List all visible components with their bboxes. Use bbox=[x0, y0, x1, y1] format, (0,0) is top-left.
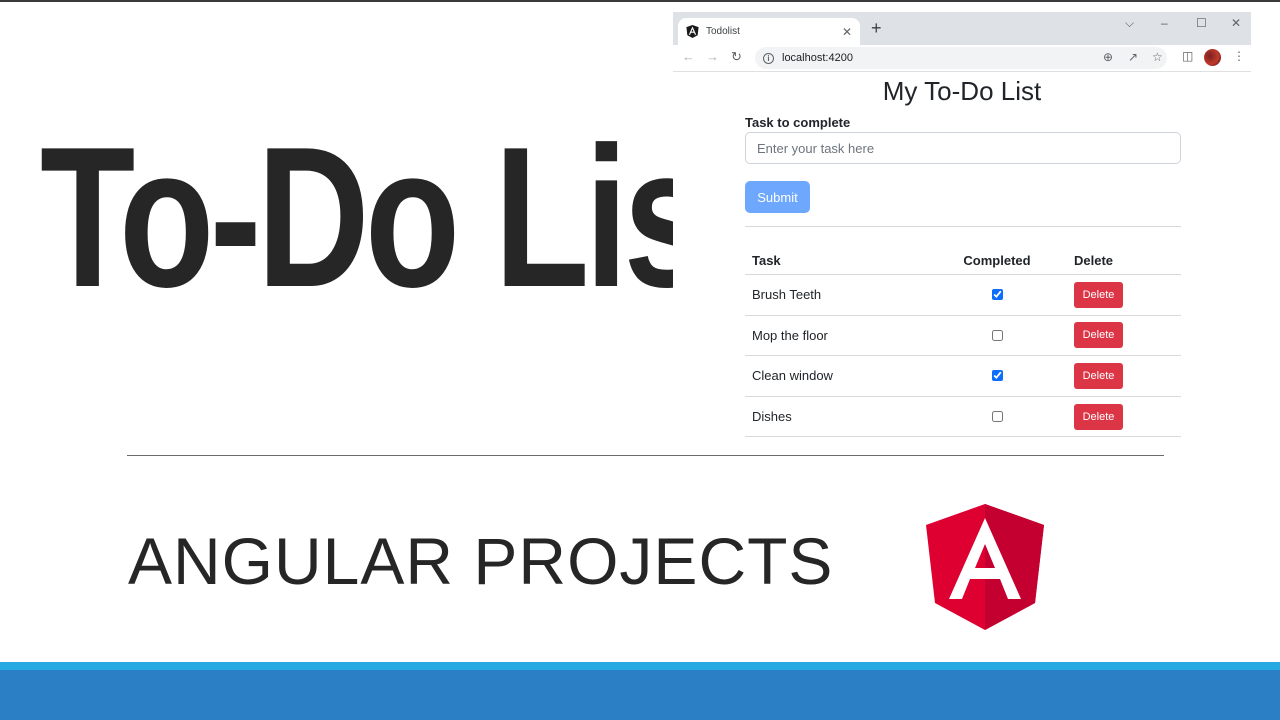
tab-close-icon[interactable]: ✕ bbox=[842, 25, 852, 39]
side-panel-icon[interactable]: ◫ bbox=[1182, 50, 1193, 62]
app-page: My To-Do List Task to complete Submit Ta… bbox=[673, 72, 1251, 442]
page-title: My To-Do List bbox=[882, 76, 1042, 106]
forward-arrow-icon[interactable]: → bbox=[706, 50, 719, 63]
angular-logo bbox=[926, 504, 1044, 630]
delete-button[interactable]: Delete bbox=[1074, 362, 1123, 389]
task-field-label: Task to complete bbox=[745, 115, 851, 130]
completed-checkbox[interactable] bbox=[991, 329, 1003, 341]
star-icon[interactable]: ☆ bbox=[1152, 51, 1163, 63]
angular-logo-shield-right bbox=[985, 504, 1044, 630]
slide-subtitle: ANGULAR PROJECTS bbox=[128, 524, 834, 598]
browser-tab[interactable]: Todolist ✕ bbox=[678, 18, 860, 45]
task-name: Clean window bbox=[752, 368, 833, 384]
table-row: Brush Teeth Delete bbox=[745, 275, 1181, 316]
menu-icon[interactable]: ⋮ bbox=[1233, 50, 1245, 62]
browser-window: Todolist ✕ + ⌵ – ☐ ✕ ← → ↻ i localhost:4… bbox=[673, 12, 1251, 442]
table-row: Mop the floor Delete bbox=[745, 316, 1181, 357]
slide-top-border bbox=[0, 0, 1280, 2]
completed-checkbox[interactable] bbox=[991, 370, 1003, 382]
reload-icon[interactable]: ↻ bbox=[731, 50, 742, 63]
tab-title: Todolist bbox=[706, 26, 740, 37]
delete-button[interactable]: Delete bbox=[1074, 322, 1123, 349]
header-delete: Delete bbox=[1074, 253, 1114, 268]
table-row: Clean window Delete bbox=[745, 356, 1181, 397]
info-icon[interactable]: i bbox=[763, 52, 774, 64]
back-arrow-icon[interactable]: ← bbox=[682, 50, 695, 63]
browser-tab-bar: Todolist ✕ + ⌵ – ☐ ✕ bbox=[673, 12, 1251, 45]
address-bar[interactable]: i localhost:4200 ⊕ ↗ ☆ bbox=[755, 47, 1167, 69]
slide-footer-strip bbox=[0, 662, 1280, 670]
header-completed: Completed bbox=[963, 253, 1031, 268]
task-input[interactable] bbox=[745, 132, 1181, 164]
slide-divider bbox=[127, 455, 1164, 456]
submit-button[interactable]: Submit bbox=[745, 181, 810, 213]
delete-button[interactable]: Delete bbox=[1074, 281, 1123, 308]
delete-button[interactable]: Delete bbox=[1074, 403, 1123, 430]
slide-footer-band bbox=[0, 670, 1280, 720]
form-divider bbox=[745, 226, 1181, 227]
completed-checkbox[interactable] bbox=[991, 411, 1003, 423]
completed-checkbox[interactable] bbox=[991, 289, 1003, 301]
slide-title: To-Do List bbox=[40, 106, 757, 329]
task-name: Dishes bbox=[752, 409, 792, 425]
task-name: Mop the floor bbox=[752, 327, 828, 343]
tab-search-icon[interactable]: ⌵ bbox=[1125, 16, 1134, 31]
zoom-icon[interactable]: ⊕ bbox=[1103, 51, 1113, 63]
table-header: Task Completed Delete bbox=[745, 247, 1181, 275]
avatar[interactable] bbox=[1204, 49, 1221, 66]
header-task: Task bbox=[752, 253, 781, 268]
task-table: Task Completed Delete Brush Teeth Delete… bbox=[745, 247, 1181, 438]
share-icon[interactable]: ↗ bbox=[1128, 51, 1138, 63]
maximize-icon[interactable]: ☐ bbox=[1196, 16, 1207, 30]
table-row: Dishes Delete bbox=[745, 397, 1181, 438]
angular-favicon-icon bbox=[686, 25, 699, 38]
minimize-icon[interactable]: – bbox=[1161, 16, 1168, 30]
task-name: Brush Teeth bbox=[752, 287, 822, 303]
browser-toolbar: ← → ↻ i localhost:4200 ⊕ ↗ ☆ ◫ ⋮ bbox=[673, 45, 1251, 72]
new-tab-icon[interactable]: + bbox=[871, 19, 882, 37]
window-close-icon[interactable]: ✕ bbox=[1231, 16, 1241, 30]
address-url: localhost:4200 bbox=[782, 52, 853, 64]
